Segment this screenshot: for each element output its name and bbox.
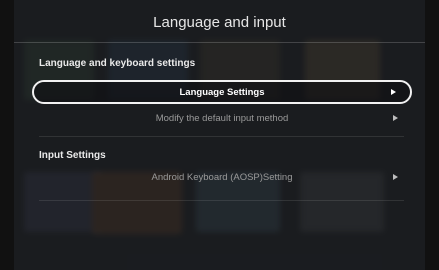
chevron-right-icon <box>393 115 398 121</box>
page-title: Language and input <box>153 14 286 31</box>
menu-item-label: Android Keyboard (AOSP)Setting <box>151 171 293 183</box>
menu-item-android-keyboard-setting[interactable]: Android Keyboard (AOSP)Setting <box>32 165 412 189</box>
section-header-language-keyboard: Language and keyboard settings <box>39 58 196 69</box>
menu-item-modify-input-method[interactable]: Modify the default input method <box>32 106 412 130</box>
title-divider <box>14 42 425 43</box>
section-divider <box>39 200 404 201</box>
chevron-right-icon <box>393 174 398 180</box>
menu-item-label: Language Settings <box>179 86 265 98</box>
section-divider <box>39 136 404 137</box>
menu-item-label: Modify the default input method <box>155 112 289 124</box>
settings-panel: Language and input Language and keyboard… <box>14 0 425 270</box>
section-header-input-settings: Input Settings <box>39 150 106 161</box>
screen: Language and input Language and keyboard… <box>0 0 439 270</box>
chevron-right-icon <box>391 89 396 95</box>
menu-item-language-settings[interactable]: Language Settings <box>32 80 412 104</box>
